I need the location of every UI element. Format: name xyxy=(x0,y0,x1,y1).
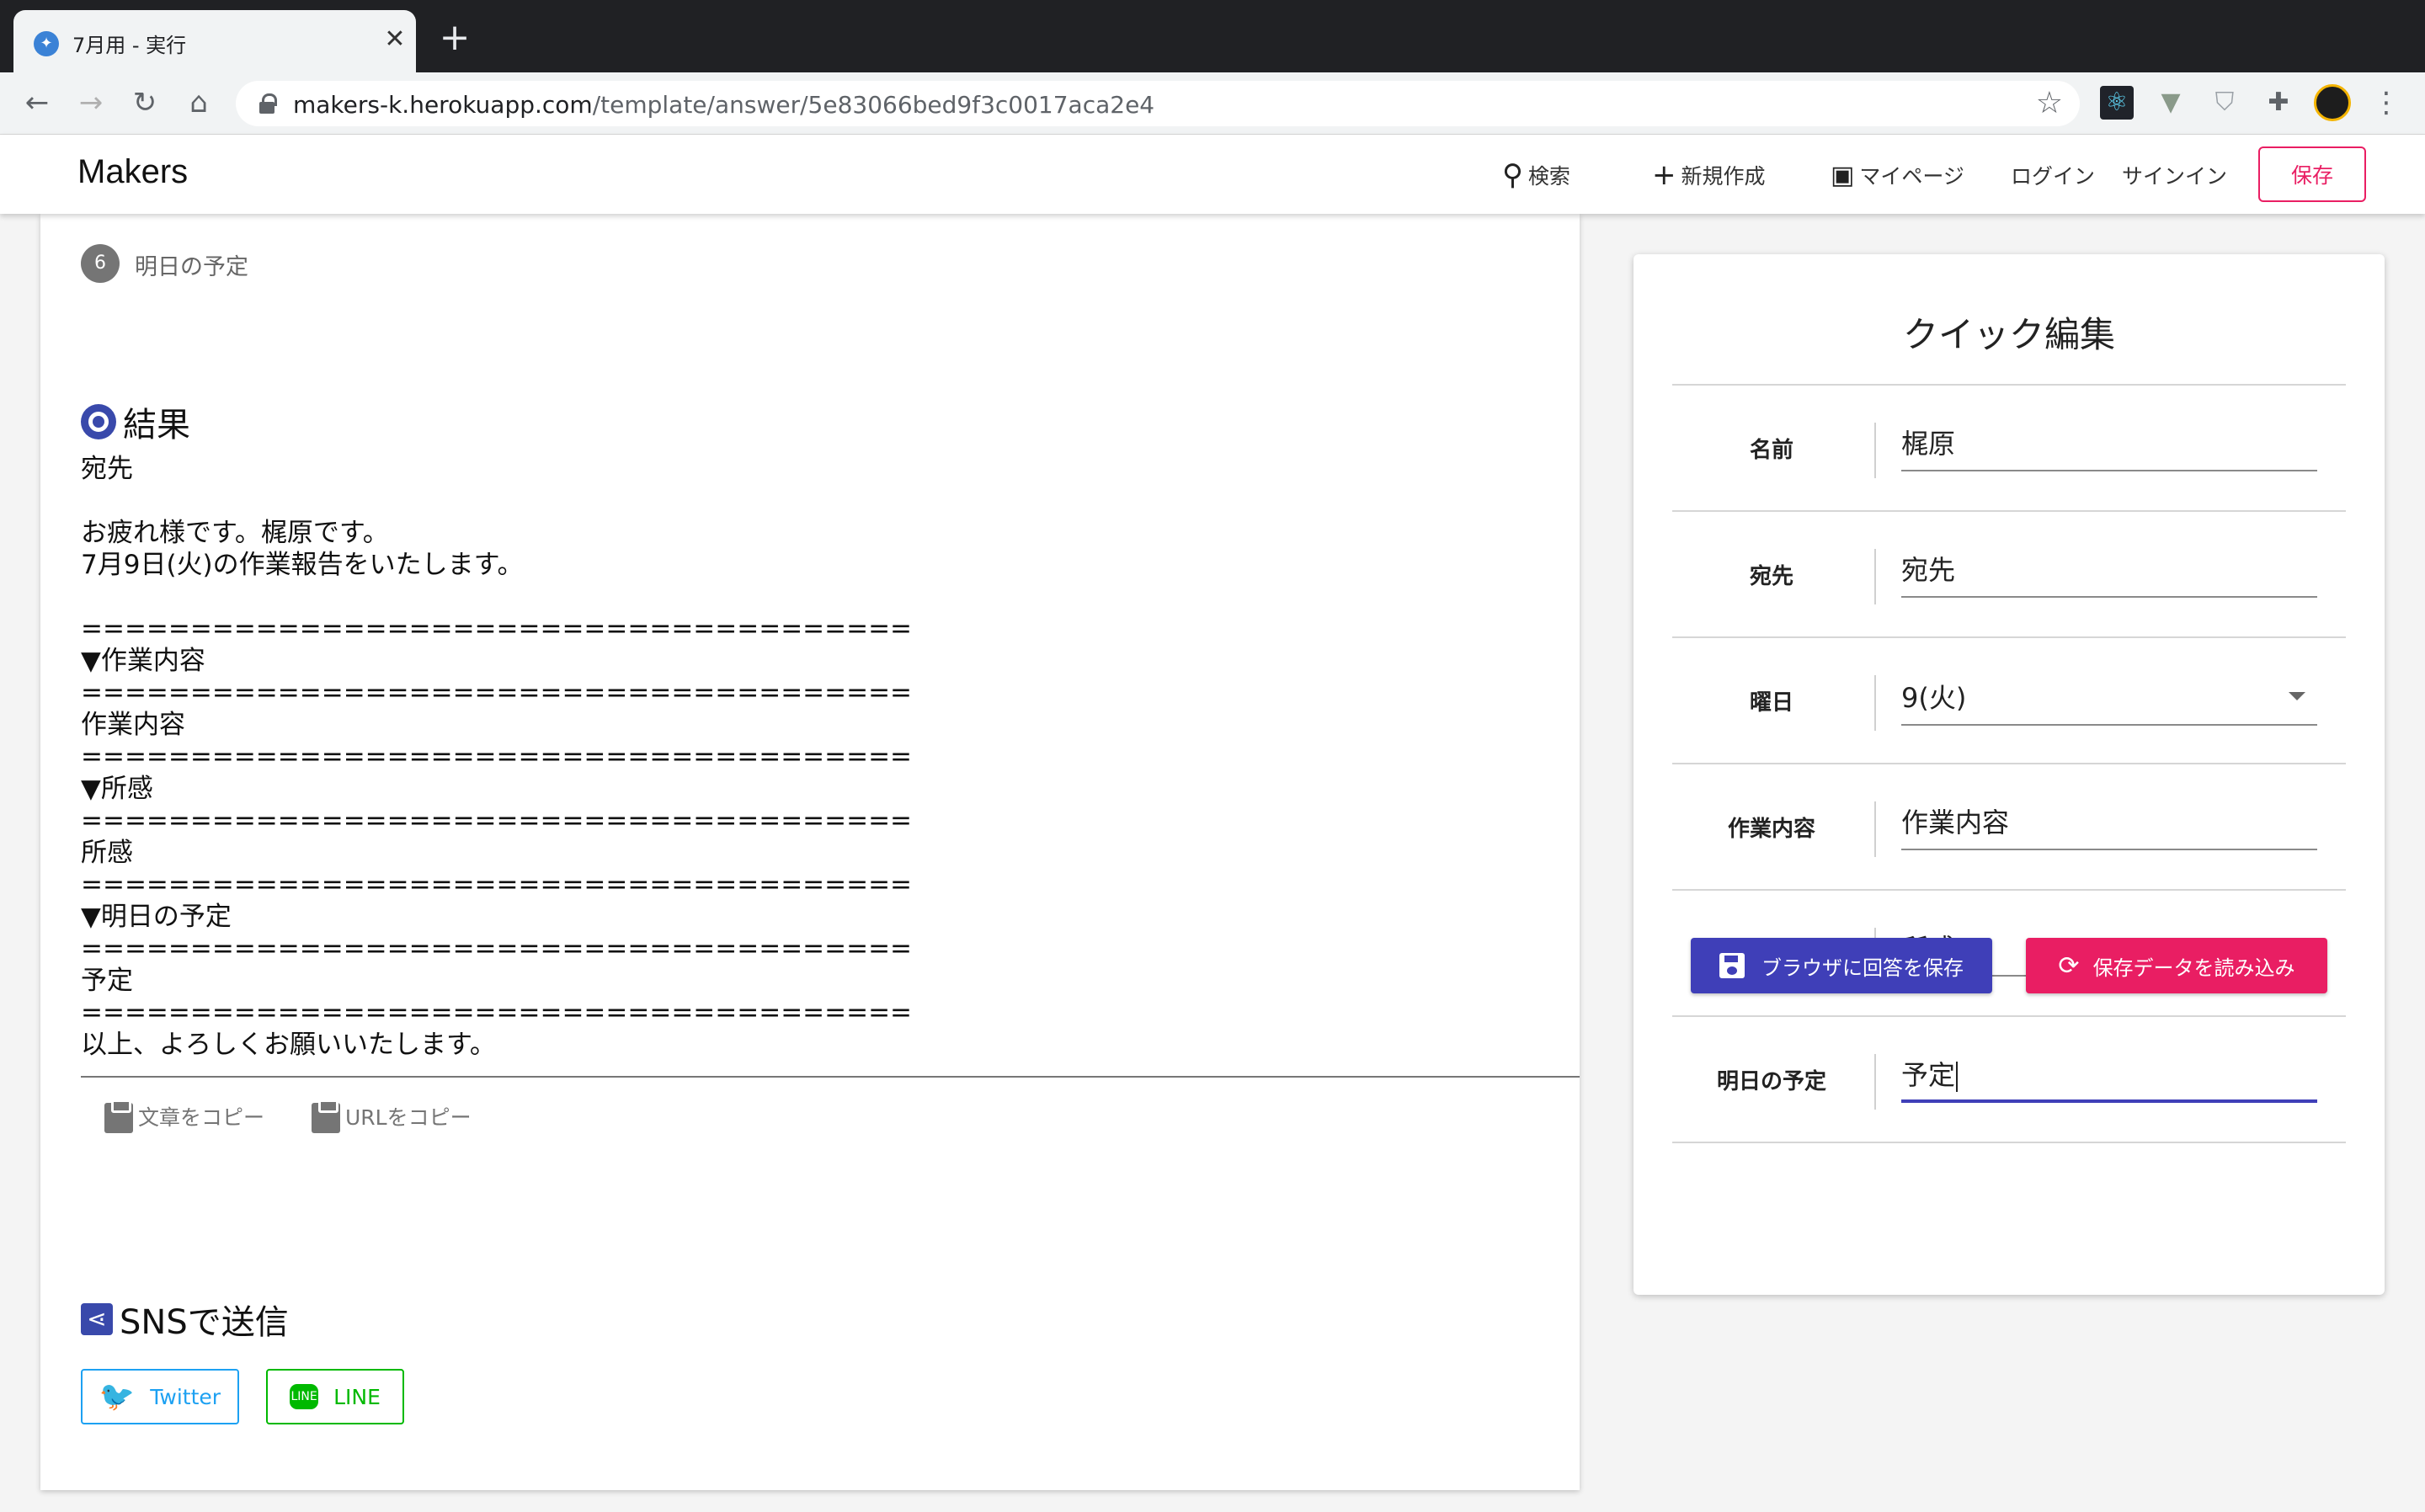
sns-heading-text: SNSで送信 xyxy=(120,1303,289,1342)
step-label: 明日の予定 xyxy=(135,254,248,280)
row-divider xyxy=(1672,510,2346,512)
share-icon: ⋖ xyxy=(81,1303,113,1335)
weekday-value: 9(火) xyxy=(1901,682,1967,714)
sync-icon: ⟳ xyxy=(2058,950,2080,981)
search-label: 検索 xyxy=(1527,164,1570,189)
copy-url-label: URLをコピー xyxy=(345,1105,472,1130)
url-text[interactable]: makers-k.herokuapp.com/template/answer/5… xyxy=(293,91,1154,119)
signin-link[interactable]: サインイン xyxy=(2122,157,2227,194)
new-tab-button[interactable]: + xyxy=(438,19,472,56)
search-link[interactable]: ⚲ 検索 xyxy=(1502,157,1570,194)
twitter-button[interactable]: 🐦 Twitter xyxy=(81,1369,239,1424)
field-separator xyxy=(1874,423,1876,478)
vue-devtools-icon[interactable]: ▼ xyxy=(2154,86,2188,120)
browser-toolbar: ← → ↻ ⌂ makers-k.herokuapp.com/template/… xyxy=(0,72,2425,135)
result-heading-text: 結果 xyxy=(123,406,190,445)
row-divider xyxy=(1672,384,2346,386)
row-divider xyxy=(1672,636,2346,638)
home-icon[interactable]: ⌂ xyxy=(179,83,219,123)
work-content-input[interactable]: 作業内容 xyxy=(1901,796,2317,850)
result-text: 宛先 お疲れ様です。梶原です。 7月9日(火)の作業報告をいたします。 ====… xyxy=(81,454,913,1060)
quick-edit-title: クイック編集 xyxy=(1902,314,2115,355)
browser-tab-strip: ✦ 7月用 - 実行 ✕ + xyxy=(0,0,2425,72)
address-bar[interactable]: makers-k.herokuapp.com/template/answer/5… xyxy=(236,81,2080,126)
tab-title: 7月用 - 実行 xyxy=(72,34,187,57)
line-icon: LINE xyxy=(290,1384,319,1409)
twitter-bird-icon: 🐦 xyxy=(99,1380,136,1414)
search-icon: ⚲ xyxy=(1502,158,1523,192)
back-arrow-icon[interactable]: ← xyxy=(17,83,57,123)
tomorrow-plan-input[interactable]: 予定 xyxy=(1901,1049,2317,1103)
bookmark-star-icon[interactable]: ☆ xyxy=(2036,86,2063,120)
result-card: 6 明日の予定 結果 宛先 お疲れ様です。梶原です。 7月9日(火)の作業報告を… xyxy=(40,214,1580,1490)
login-link[interactable]: ログイン xyxy=(2011,157,2095,194)
reload-icon[interactable]: ↻ xyxy=(125,83,165,123)
extensions-puzzle-icon[interactable]: ✚ xyxy=(2262,86,2295,120)
target-icon xyxy=(81,404,116,439)
floppy-disk-icon xyxy=(1719,953,1745,978)
field-separator xyxy=(1874,1054,1876,1110)
work-content-label: 作業内容 xyxy=(1727,817,1815,842)
result-divider xyxy=(81,1076,1580,1078)
favicon-icon: ✦ xyxy=(34,31,59,56)
field-separator xyxy=(1874,549,1876,604)
line-button[interactable]: LINE LINE xyxy=(266,1369,404,1424)
profile-avatar[interactable] xyxy=(2314,84,2351,121)
field-separator xyxy=(1874,675,1876,731)
plus-icon: + xyxy=(1652,158,1676,192)
mypage-label: マイページ xyxy=(1859,164,1964,189)
shield-extension-icon[interactable]: ⛉ xyxy=(2208,86,2241,120)
row-divider xyxy=(1672,889,2346,891)
recipient-input[interactable]: 宛先 xyxy=(1901,544,2317,598)
brand-logo[interactable]: Makers xyxy=(77,153,188,191)
dropdown-arrow-icon xyxy=(2289,692,2305,700)
new-create-link[interactable]: + 新規作成 xyxy=(1652,157,1766,194)
clipboard-icon xyxy=(104,1099,133,1133)
load-saved-data-button[interactable]: ⟳ 保存データを読み込み xyxy=(2026,938,2327,993)
lock-icon xyxy=(259,93,277,114)
row-divider xyxy=(1672,1015,2346,1017)
copy-text-button[interactable]: 文章をコピー xyxy=(104,1099,264,1133)
tomorrow-plan-label: 明日の予定 xyxy=(1716,1069,1826,1094)
save-to-browser-label: ブラウザに回答を保存 xyxy=(1761,956,1964,980)
clipboard-icon xyxy=(312,1099,340,1133)
sns-heading: ⋖ SNSで送信 xyxy=(81,1295,289,1344)
tab-close-icon[interactable]: ✕ xyxy=(381,25,409,54)
name-label: 名前 xyxy=(1749,438,1793,463)
new-create-label: 新規作成 xyxy=(1681,164,1766,189)
text-caret xyxy=(1956,1062,1959,1092)
mypage-link[interactable]: ▣ マイページ xyxy=(1831,157,1964,194)
header-save-button[interactable]: 保存 xyxy=(2258,146,2366,202)
app-header: Makers ⚲ 検索 + 新規作成 ▣ マイページ ログイン サインイン 保存 xyxy=(0,135,2425,214)
copy-url-button[interactable]: URLをコピー xyxy=(312,1099,472,1133)
quick-edit-card: クイック編集 名前 梶原 宛先 宛先 曜日 9(火) 作業内容 作業内容 所感 … xyxy=(1634,254,2385,1295)
browser-menu-icon[interactable]: ⋮ xyxy=(2371,84,2401,121)
result-heading: 結果 xyxy=(81,397,190,446)
recipient-label: 宛先 xyxy=(1749,564,1793,589)
field-separator xyxy=(1874,801,1876,857)
step-number: 6 xyxy=(81,244,120,283)
react-devtools-icon[interactable]: ⚛ xyxy=(2100,86,2134,120)
name-input[interactable]: 梶原 xyxy=(1901,418,2317,471)
copy-text-label: 文章をコピー xyxy=(138,1105,265,1130)
row-divider xyxy=(1672,1142,2346,1143)
weekday-label: 曜日 xyxy=(1749,690,1793,716)
browser-tab[interactable]: ✦ 7月用 - 実行 ✕ xyxy=(13,10,416,72)
forward-arrow-icon[interactable]: → xyxy=(71,83,111,123)
tomorrow-plan-value: 予定 xyxy=(1901,1059,1956,1091)
save-to-browser-button[interactable]: ブラウザに回答を保存 xyxy=(1691,938,1992,993)
wallet-icon: ▣ xyxy=(1831,160,1855,190)
twitter-label: Twitter xyxy=(150,1384,221,1409)
line-label: LINE xyxy=(333,1384,381,1409)
weekday-select[interactable]: 9(火) xyxy=(1901,672,2317,726)
load-saved-data-label: 保存データを読み込み xyxy=(2092,956,2295,980)
row-divider xyxy=(1672,763,2346,764)
